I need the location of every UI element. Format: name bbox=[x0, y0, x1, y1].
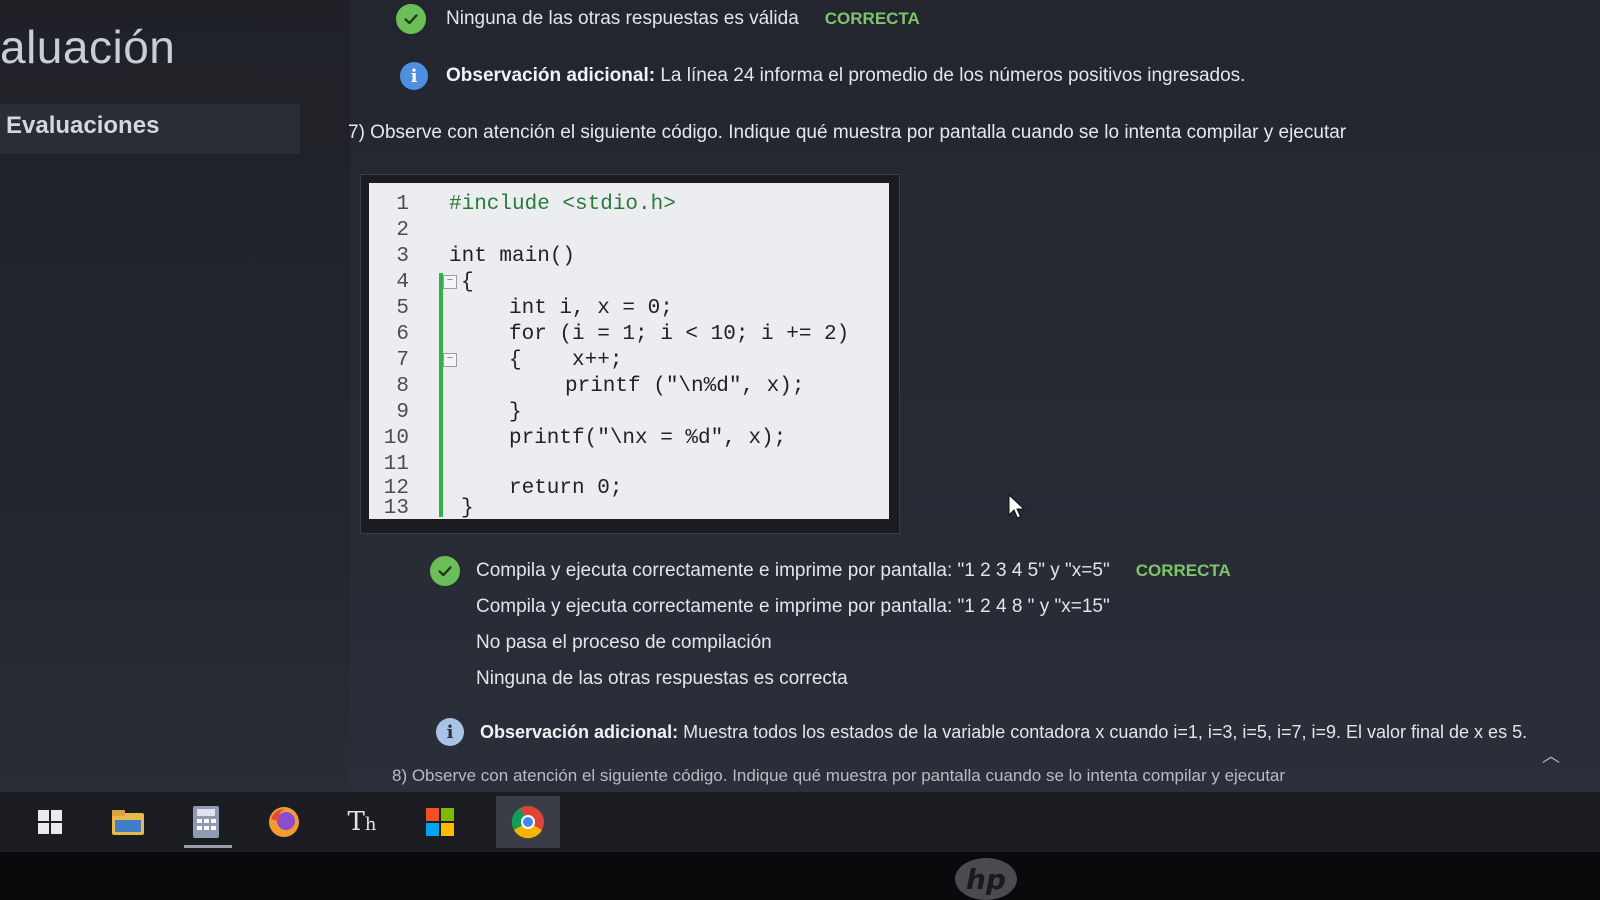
gutter-highlight bbox=[439, 273, 443, 517]
code-text: int main() bbox=[449, 244, 576, 268]
windows-start-icon[interactable] bbox=[28, 800, 72, 844]
calculator-icon[interactable] bbox=[184, 800, 232, 848]
sidebar-item-evaluaciones[interactable]: Evaluaciones bbox=[0, 104, 300, 154]
line-number: 3 bbox=[396, 244, 409, 268]
scroll-up-icon[interactable]: ︿ bbox=[1542, 742, 1560, 768]
fold-icon[interactable]: − bbox=[443, 353, 457, 367]
option-text[interactable]: Ninguna de las otras respuestas es corre… bbox=[476, 668, 848, 690]
code-text: int i, x = 0; bbox=[509, 296, 673, 320]
typora-icon[interactable]: Th bbox=[340, 800, 384, 844]
file-explorer-icon[interactable] bbox=[106, 800, 150, 844]
line-number: 7 bbox=[396, 348, 409, 372]
code-line: 11 bbox=[369, 451, 419, 477]
line-number: 11 bbox=[383, 452, 409, 476]
code-line: 1 #include <stdio.h> bbox=[369, 191, 675, 217]
option-text[interactable]: No pasa el proceso de compilación bbox=[476, 632, 772, 654]
code-image: 1 #include <stdio.h> 2 3 int main() 4−{ 5i… bbox=[360, 174, 900, 534]
code-text: { x++; bbox=[509, 348, 623, 372]
microsoft-store-icon[interactable] bbox=[418, 800, 462, 844]
question-8-text: 8) Observe con atención el siguiente cód… bbox=[392, 766, 1286, 785]
check-icon bbox=[396, 4, 426, 34]
code-line: 8 printf ("\n%d", x); bbox=[369, 373, 804, 399]
observation-text: La línea 24 informa el promedio de los n… bbox=[660, 65, 1246, 86]
code-line: 10 printf("\nx = %d", x); bbox=[369, 425, 786, 451]
sidebar-title: aluación bbox=[0, 21, 176, 73]
line-number: 13 bbox=[383, 496, 409, 520]
observation-label: Observación adicional: bbox=[446, 65, 656, 86]
correct-badge: CORRECTA bbox=[1135, 561, 1231, 580]
check-icon bbox=[430, 556, 460, 586]
info-icon: i bbox=[400, 62, 428, 90]
mouse-cursor-icon bbox=[1008, 493, 1026, 525]
correct-badge: CORRECTA bbox=[824, 9, 920, 28]
line-number: 5 bbox=[396, 296, 409, 320]
code-text: } bbox=[461, 496, 474, 520]
line-number: 8 bbox=[396, 374, 409, 398]
line-number: 9 bbox=[396, 400, 409, 424]
code-line: 7 − { x++; bbox=[369, 347, 622, 373]
code-line: 2 bbox=[369, 217, 419, 243]
code-line: 13} bbox=[369, 495, 474, 521]
question-7-observation: i Observación adicional: Muestra todos l… bbox=[436, 718, 1527, 746]
code-text: { bbox=[461, 270, 474, 294]
monitor-bezel bbox=[0, 852, 1600, 900]
chrome-icon[interactable] bbox=[496, 796, 560, 848]
fold-icon[interactable]: − bbox=[443, 275, 457, 289]
firefox-icon[interactable] bbox=[262, 800, 306, 844]
code-line: 9} bbox=[369, 399, 521, 425]
option-text[interactable]: Compila y ejecuta correctamente e imprim… bbox=[476, 596, 1110, 618]
code-text: return 0; bbox=[509, 476, 623, 500]
code-line: 6 for (i = 1; i < 10; i += 2) bbox=[369, 321, 849, 347]
sidebar: aluación Evaluaciones bbox=[0, 0, 350, 792]
code-text: for (i = 1; i < 10; i += 2) bbox=[509, 322, 850, 346]
line-number: 10 bbox=[383, 426, 409, 450]
code-text: printf("\nx = %d", x); bbox=[509, 426, 787, 450]
code-listing: 1 #include <stdio.h> 2 3 int main() 4−{ 5i… bbox=[369, 183, 889, 521]
taskbar: Th bbox=[0, 792, 1600, 852]
question-7-text-row: 7) Observe con atención el siguiente cód… bbox=[348, 122, 1346, 144]
previous-answer-text: Ninguna de las otras respuestas es válid… bbox=[446, 8, 799, 29]
line-number: 6 bbox=[396, 322, 409, 346]
info-icon: i bbox=[436, 718, 464, 746]
screen: aluación Evaluaciones Ninguna de las otr… bbox=[0, 0, 1600, 792]
hp-logo: hp bbox=[955, 858, 1017, 900]
line-number: 1 bbox=[396, 192, 409, 216]
observation-text: Muestra todos los estados de la variable… bbox=[683, 721, 1528, 742]
code-text: printf ("\n%d", x); bbox=[565, 374, 805, 398]
line-number: 2 bbox=[396, 218, 409, 242]
option-row-1[interactable]: Compila y ejecuta correctamente e imprim… bbox=[430, 556, 1231, 586]
previous-answer-row: Ninguna de las otras respuestas es válid… bbox=[396, 4, 920, 34]
question-7-text: 7) Observe con atención el siguiente cód… bbox=[348, 122, 1347, 143]
line-number: 4 bbox=[396, 270, 409, 294]
code-text: } bbox=[509, 400, 522, 424]
code-line: 4 −{ bbox=[369, 269, 473, 295]
code-line: 3 int main() bbox=[369, 243, 575, 269]
previous-observation: i Observación adicional: La línea 24 inf… bbox=[400, 62, 1245, 90]
code-line: 5 int i, x = 0; bbox=[369, 295, 672, 321]
option-text: Compila y ejecuta correctamente e imprim… bbox=[476, 560, 1110, 581]
code-text: #include <stdio.h> bbox=[449, 192, 676, 216]
observation-label: Observación adicional: bbox=[480, 721, 679, 742]
